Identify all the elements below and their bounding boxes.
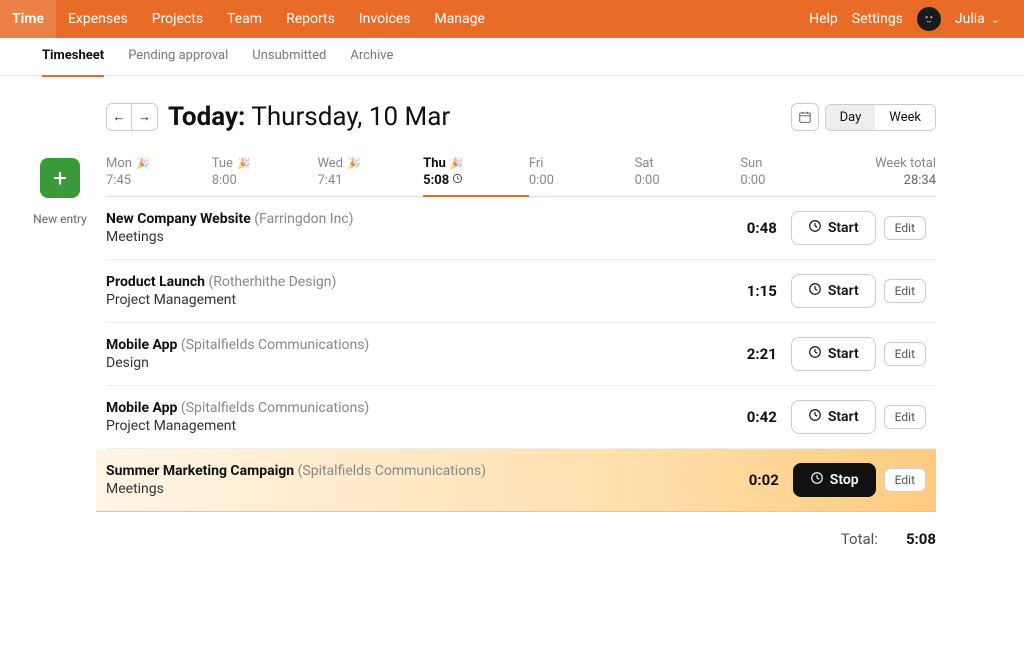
entry-task: Meetings bbox=[106, 481, 735, 497]
entry-project: Summer Marketing Campaign bbox=[106, 463, 294, 479]
view-day[interactable]: Day bbox=[826, 105, 876, 130]
weekday-fri[interactable]: Fri 0:00 bbox=[529, 156, 635, 188]
entry-task: Project Management bbox=[106, 292, 733, 308]
total-value: 5:08 bbox=[906, 530, 936, 548]
confetti-icon: 🎉 bbox=[237, 157, 251, 170]
user-name: Julia bbox=[955, 11, 985, 27]
view-week[interactable]: Week bbox=[875, 105, 935, 130]
time-entry: Mobile App (Spitalfields Communications)… bbox=[106, 386, 936, 449]
nav-invoices[interactable]: Invoices bbox=[347, 0, 423, 38]
subtab-timesheet[interactable]: Timesheet bbox=[42, 37, 104, 77]
entries-list: New Company Website (Farringdon Inc) Mee… bbox=[106, 197, 936, 512]
edit-button[interactable]: Edit bbox=[884, 216, 926, 240]
calendar-button[interactable] bbox=[791, 103, 819, 131]
entry-client: (Rotherhithe Design) bbox=[208, 274, 336, 290]
new-entry-button[interactable]: + bbox=[40, 158, 80, 198]
confetti-icon: 🎉 bbox=[136, 157, 150, 170]
time-entry: New Company Website (Farringdon Inc) Mee… bbox=[106, 197, 936, 260]
entry-project: New Company Website bbox=[106, 211, 251, 227]
entry-duration: 1:15 bbox=[733, 282, 777, 300]
running-clock-icon bbox=[452, 173, 463, 184]
nav-projects[interactable]: Projects bbox=[140, 0, 215, 38]
weekday-row: Mon🎉 7:45 Tue🎉 8:00 Wed🎉 7:41 Thu🎉 5:08 … bbox=[106, 156, 936, 197]
subtab-archive[interactable]: Archive bbox=[350, 37, 393, 77]
entry-project: Product Launch bbox=[106, 274, 205, 290]
edit-button[interactable]: Edit bbox=[884, 342, 926, 366]
new-entry-label: New entry bbox=[33, 212, 87, 226]
time-entry-running: Summer Marketing Campaign (Spitalfields … bbox=[96, 449, 936, 512]
clock-icon bbox=[808, 219, 822, 237]
weekday-thu[interactable]: Thu🎉 5:08 bbox=[423, 156, 529, 197]
entry-duration: 2:21 bbox=[733, 345, 777, 363]
plus-icon: + bbox=[53, 164, 67, 192]
today-label: Today: bbox=[168, 102, 245, 132]
weekday-tue[interactable]: Tue🎉 8:00 bbox=[212, 156, 318, 188]
avatar[interactable] bbox=[917, 7, 941, 31]
help-link[interactable]: Help bbox=[809, 11, 838, 27]
entry-project: Mobile App bbox=[106, 337, 177, 353]
entry-client: (Spitalfields Communications) bbox=[181, 337, 369, 353]
confetti-icon: 🎉 bbox=[450, 157, 464, 170]
weekday-wed[interactable]: Wed🎉 7:41 bbox=[317, 156, 423, 188]
entry-client: (Farringdon Inc) bbox=[254, 211, 353, 227]
date-nav: ← → bbox=[106, 103, 158, 131]
entry-task: Design bbox=[106, 355, 733, 371]
edit-button[interactable]: Edit bbox=[884, 468, 926, 492]
entry-client: (Spitalfields Communications) bbox=[298, 463, 486, 479]
subtab-pending[interactable]: Pending approval bbox=[128, 37, 228, 77]
date-label: Thursday, 10 Mar bbox=[251, 102, 450, 132]
edit-button[interactable]: Edit bbox=[884, 279, 926, 303]
nav-right: Help Settings Julia ⌄ bbox=[809, 7, 1000, 31]
user-menu[interactable]: Julia ⌄ bbox=[955, 11, 1000, 27]
confetti-icon: 🎉 bbox=[347, 157, 361, 170]
view-controls: Day Week bbox=[791, 103, 936, 131]
entry-duration: 0:42 bbox=[733, 408, 777, 426]
stop-button[interactable]: Stop bbox=[793, 463, 876, 497]
prev-day-button[interactable]: ← bbox=[106, 103, 132, 131]
weekday-sun[interactable]: Sun 0:00 bbox=[740, 156, 846, 188]
clock-icon bbox=[808, 408, 822, 426]
edit-button[interactable]: Edit bbox=[884, 405, 926, 429]
next-day-button[interactable]: → bbox=[132, 103, 158, 131]
time-entry: Product Launch (Rotherhithe Design) Proj… bbox=[106, 260, 936, 323]
total-label: Total: bbox=[841, 530, 878, 548]
clock-icon bbox=[810, 471, 824, 489]
entry-project: Mobile App bbox=[106, 400, 177, 416]
new-entry-column: + New entry bbox=[40, 156, 80, 548]
page-title: Today: Thursday, 10 Mar bbox=[168, 102, 450, 132]
top-nav: Time Expenses Projects Team Reports Invo… bbox=[0, 0, 1024, 38]
entry-client: (Spitalfields Communications) bbox=[181, 400, 369, 416]
entry-task: Meetings bbox=[106, 229, 733, 245]
page-header: ← → Today: Thursday, 10 Mar Day Week bbox=[106, 102, 936, 132]
view-toggle: Day Week bbox=[825, 104, 936, 131]
weekday-sat[interactable]: Sat 0:00 bbox=[635, 156, 741, 188]
nav-team[interactable]: Team bbox=[215, 0, 274, 38]
subtab-unsubmitted[interactable]: Unsubmitted bbox=[252, 37, 326, 77]
entry-duration: 0:48 bbox=[733, 219, 777, 237]
clock-icon bbox=[808, 282, 822, 300]
nav-manage[interactable]: Manage bbox=[422, 0, 496, 38]
calendar-icon bbox=[798, 110, 812, 124]
sub-tabs: Timesheet Pending approval Unsubmitted A… bbox=[0, 38, 1024, 76]
nav-expenses[interactable]: Expenses bbox=[56, 0, 140, 38]
day-total: Total: 5:08 bbox=[106, 530, 936, 548]
chevron-down-icon: ⌄ bbox=[991, 13, 1000, 26]
start-button[interactable]: Start bbox=[791, 337, 876, 371]
weekday-mon[interactable]: Mon🎉 7:45 bbox=[106, 156, 212, 188]
start-button[interactable]: Start bbox=[791, 400, 876, 434]
time-entry: Mobile App (Spitalfields Communications)… bbox=[106, 323, 936, 386]
settings-link[interactable]: Settings bbox=[852, 11, 903, 27]
entry-duration: 0:02 bbox=[735, 471, 779, 489]
nav-items: Time Expenses Projects Team Reports Invo… bbox=[0, 0, 497, 38]
nav-time[interactable]: Time bbox=[0, 0, 56, 38]
entry-task: Project Management bbox=[106, 418, 733, 434]
start-button[interactable]: Start bbox=[791, 211, 876, 245]
clock-icon bbox=[808, 345, 822, 363]
start-button[interactable]: Start bbox=[791, 274, 876, 308]
nav-reports[interactable]: Reports bbox=[274, 0, 347, 38]
week-total: Week total 28:34 bbox=[846, 156, 936, 188]
